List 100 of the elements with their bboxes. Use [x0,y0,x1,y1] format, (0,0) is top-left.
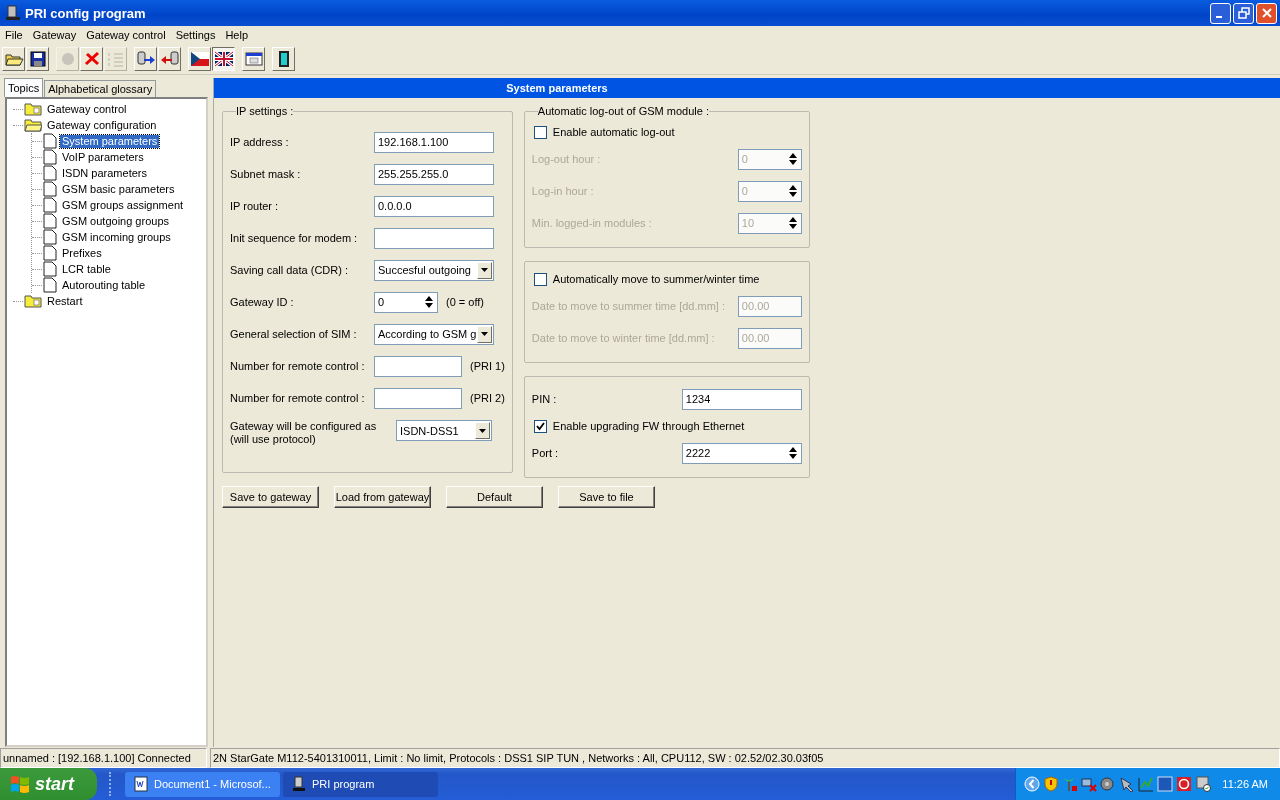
taskbar-button[interactable]: Document1 - Microsof... [125,771,280,797]
panel-header: System parameters [214,78,1280,98]
chevron-icon[interactable] [1024,776,1041,792]
page-icon [43,149,57,165]
sidebar-tab[interactable]: Topics [4,78,44,97]
input-field[interactable]: 192.168.1.100 [374,131,494,153]
window-title: PRI config program [25,5,147,21]
start-button[interactable]: start [0,768,97,800]
field-label: IP router : [230,200,280,212]
tree-item[interactable]: Gateway configuration [45,118,159,132]
input-field[interactable] [374,355,462,377]
checkbox[interactable] [533,419,547,433]
group-title: IP settings : [236,105,294,117]
window-icon [243,50,264,68]
field-label: Date to move to winter time [dd.mm] : [531,332,715,344]
field-label: IP address : [230,136,290,148]
ring-icon[interactable] [1176,776,1193,792]
field-label: Init sequence for modem : [230,232,359,244]
cylinder-arrow-icon [159,50,180,68]
dropdown[interactable]: According to GSM g [374,323,494,345]
computer-icon [5,5,21,21]
caret-icon [481,332,488,336]
action-button[interactable]: Save to file [558,486,655,508]
field-label: Date to move to summer time [dd.mm] : [531,300,725,312]
field-label: General selection of SIM : [230,328,358,340]
drive-check-icon[interactable] [1195,776,1212,792]
field-label: Log-in hour : [531,185,594,197]
menu-item[interactable]: Help [220,29,253,41]
document-icon [133,776,149,792]
field-label: Number for remote control : [230,360,366,372]
tree-item[interactable]: GSM basic parameters [60,182,177,196]
sidebar-tab[interactable]: Alphabetical glossary [44,80,157,97]
window-icon[interactable] [1157,776,1174,792]
cylinder-arrow-icon [135,50,156,68]
list-icon [105,50,126,68]
tree-item[interactable]: Autorouting table [60,278,148,292]
minimize-icon [1216,15,1222,18]
taskbar-button[interactable]: PRI program [283,771,438,797]
tree-item[interactable]: GSM incoming groups [60,230,173,244]
clock: 11:26 AM [1222,778,1268,790]
shield-icon[interactable] [1043,776,1060,792]
page-icon [43,213,57,229]
action-button[interactable]: Save to gateway [222,486,319,508]
field-note: (PRI 2) [470,392,505,404]
tree-item[interactable]: LCR table [60,262,113,276]
menu-item[interactable]: Gateway [27,29,82,41]
checkbox-label: Enable upgrading FW through Ethernet [552,420,745,432]
input-field[interactable]: 1234 [681,388,802,410]
menu-item[interactable]: Gateway control [81,29,171,41]
field-label: Log-out hour : [531,153,601,165]
checkbox-label: Automatically move to summer/winter time [552,273,760,285]
page-icon [43,181,57,197]
page-icon [43,197,57,213]
menu-item[interactable]: Settings [170,29,221,41]
wireless-icon[interactable] [1062,776,1079,792]
field-label: Min. logged-in modules : [531,217,652,229]
input-field[interactable]: 0.0.0.0 [374,195,494,217]
field-label: Port : [531,447,559,459]
caret-icon [481,268,488,272]
network-icon[interactable] [1081,776,1098,792]
tree-item[interactable]: System parameters [60,134,160,148]
input-field[interactable]: 255.255.255.0 [374,163,494,185]
tree-item[interactable]: GSM groups assignment [60,198,186,212]
tree-item[interactable]: GSM outgoing groups [60,214,171,228]
flag-icon [189,50,210,68]
tree-item[interactable]: VoIP parameters [60,150,146,164]
dropdown[interactable]: ISDN-DSS1 [396,420,492,441]
action-button[interactable]: Default [446,486,543,508]
checkbox[interactable] [533,272,547,286]
status-connection: unnamed : [192.168.1.100] Connected [0,748,207,768]
checkbox-label: Enable automatic log-out [552,126,675,138]
field-label: Subnet mask : [230,168,302,180]
group-title: Automatic log-out of GSM module : [537,105,710,117]
tree-item[interactable]: ISDN parameters [60,166,149,180]
windows-logo-icon [10,775,30,793]
checkbox[interactable] [533,125,547,139]
page-icon [43,261,57,277]
page-icon [43,277,57,293]
tree-item[interactable]: Prefixes [60,246,104,260]
spin-arrows-icon [422,294,436,310]
close-button[interactable] [1256,2,1277,24]
dropdown[interactable]: Succesful outgoing [374,259,494,281]
caret-icon [479,428,486,433]
spin-box[interactable]: 2222 [681,442,802,464]
tree-item[interactable]: Restart [45,294,85,308]
page-icon [43,165,57,181]
menu-item[interactable]: File [0,29,28,41]
field-label: Gateway ID : [230,296,295,308]
field-label: Gateway will be configured as (will use protocol) [230,420,378,446]
maximize-button[interactable] [1233,2,1254,24]
spin-box[interactable]: 0 [374,291,438,313]
tree-item[interactable]: Gateway control [45,102,129,116]
input-field[interactable] [374,387,462,409]
close-icon [1260,7,1273,19]
input-field[interactable] [374,227,494,249]
minimize-button[interactable] [1210,2,1231,24]
action-button[interactable]: Load from gateway [334,486,431,508]
toolbar-button[interactable] [212,47,235,71]
computer-icon [291,776,307,792]
status-device-info: 2N StarGate M112-5401310011, Limit : No limit, Protocols : DSS1 SIP TUN , Networks : All, CPU112, SW : 02.52/02.30.03f05 [210,748,1280,768]
